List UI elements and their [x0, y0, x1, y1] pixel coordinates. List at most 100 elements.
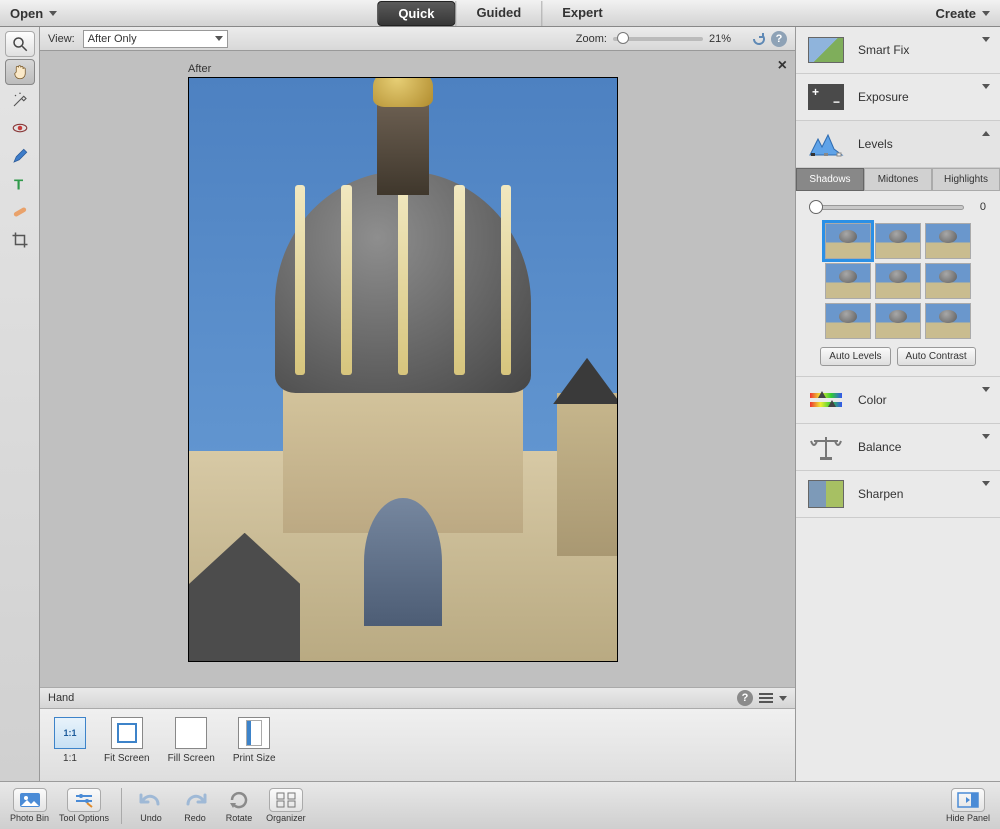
- slider-knob[interactable]: [809, 200, 823, 214]
- slider-knob[interactable]: [617, 32, 629, 44]
- redeye-tool[interactable]: [5, 115, 35, 141]
- open-menu[interactable]: Open: [10, 6, 57, 21]
- mode-tab-guided[interactable]: Guided: [455, 1, 541, 26]
- mode-tab-expert[interactable]: Expert: [541, 1, 622, 26]
- levels-preset-2[interactable]: [875, 223, 921, 259]
- document-image[interactable]: [188, 77, 618, 662]
- rotate-icon: [222, 788, 256, 812]
- quick-select-tool[interactable]: [5, 87, 35, 113]
- tb-label: Organizer: [266, 813, 306, 823]
- tool-options-button[interactable]: Tool Options: [55, 786, 113, 825]
- subtab-midtones[interactable]: Midtones: [864, 168, 932, 191]
- levels-preset-6[interactable]: [925, 263, 971, 299]
- panel-label: Balance: [858, 440, 901, 454]
- canvas-area: × After: [40, 51, 795, 687]
- panel-balance[interactable]: Balance: [796, 424, 1000, 471]
- panel-label: Exposure: [858, 90, 909, 104]
- subtab-highlights[interactable]: Highlights: [932, 168, 1000, 191]
- tb-label: Tool Options: [59, 813, 109, 823]
- fill-screen-icon: [179, 721, 203, 745]
- open-label: Open: [10, 6, 43, 21]
- option-fit-screen[interactable]: Fit Screen: [104, 717, 150, 764]
- levels-preset-5[interactable]: [875, 263, 921, 299]
- view-dropdown[interactable]: After Only: [83, 30, 228, 48]
- print-size-icon: [247, 721, 261, 745]
- option-1to1[interactable]: 1:1 1:1: [54, 717, 86, 764]
- tb-label: Undo: [140, 813, 162, 823]
- hide-panel-icon: [951, 788, 985, 812]
- mode-tab-quick[interactable]: Quick: [377, 1, 455, 26]
- levels-preset-7[interactable]: [825, 303, 871, 339]
- levels-slider[interactable]: 0: [796, 191, 1000, 223]
- chevron-down-icon: [215, 36, 223, 41]
- chevron-down-icon: [982, 37, 990, 42]
- rotate-button[interactable]: Rotate: [218, 786, 260, 825]
- levels-preset-8[interactable]: [875, 303, 921, 339]
- panel-sharpen[interactable]: Sharpen: [796, 471, 1000, 518]
- panel-menu-icon[interactable]: [759, 693, 773, 703]
- fit-screen-icon: [117, 723, 137, 743]
- zoom-tool[interactable]: [5, 31, 35, 57]
- redo-icon: [178, 788, 212, 812]
- tool-options-panel: 1:1 1:1 Fit Screen Fill Screen Print Siz…: [40, 709, 795, 781]
- redo-button[interactable]: Redo: [174, 786, 216, 825]
- tb-label: Redo: [184, 813, 206, 823]
- opt-label: Print Size: [233, 753, 276, 764]
- text-tool[interactable]: T: [5, 171, 35, 197]
- levels-preset-1[interactable]: [825, 223, 871, 259]
- zoom-slider[interactable]: [613, 37, 703, 41]
- panel-smart-fix[interactable]: Smart Fix: [796, 27, 1000, 74]
- photo-bin-button[interactable]: Photo Bin: [6, 786, 53, 825]
- chevron-down-icon: [982, 434, 990, 439]
- hand-tool[interactable]: [5, 59, 35, 85]
- levels-preset-3[interactable]: [925, 223, 971, 259]
- levels-preset-9[interactable]: [925, 303, 971, 339]
- levels-preset-4[interactable]: [825, 263, 871, 299]
- zoom-value: 21%: [709, 33, 731, 45]
- crop-tool[interactable]: [5, 227, 35, 253]
- close-document-button[interactable]: ×: [778, 57, 787, 75]
- eye-icon: [11, 119, 29, 137]
- chevron-down-icon[interactable]: [779, 696, 787, 701]
- photo-bin-icon: [13, 788, 47, 812]
- help-icon[interactable]: ?: [737, 690, 753, 706]
- levels-slider-value: 0: [972, 201, 986, 213]
- create-menu[interactable]: Create: [936, 6, 990, 21]
- reset-icon[interactable]: [751, 31, 767, 47]
- top-menubar: Open Quick Guided Expert Create: [0, 0, 1000, 27]
- hide-panel-button[interactable]: Hide Panel: [942, 786, 994, 825]
- undo-icon: [134, 788, 168, 812]
- help-icon[interactable]: ?: [771, 31, 787, 47]
- panel-exposure[interactable]: Exposure: [796, 74, 1000, 121]
- undo-button[interactable]: Undo: [130, 786, 172, 825]
- panel-levels[interactable]: Levels: [796, 121, 1000, 168]
- auto-levels-button[interactable]: Auto Levels: [820, 347, 890, 366]
- panel-color[interactable]: Color: [796, 377, 1000, 424]
- tools-panel: T: [0, 27, 40, 781]
- organizer-button[interactable]: Organizer: [262, 786, 310, 825]
- spot-heal-tool[interactable]: [5, 199, 35, 225]
- crop-icon: [11, 231, 29, 249]
- one-to-one-icon: 1:1: [63, 728, 76, 738]
- opt-label: Fit Screen: [104, 753, 150, 764]
- option-fill-screen[interactable]: Fill Screen: [168, 717, 215, 764]
- sharpen-icon: [806, 479, 846, 509]
- option-print-size[interactable]: Print Size: [233, 717, 276, 764]
- subtab-shadows[interactable]: Shadows: [796, 168, 864, 191]
- center-column: View: After Only Zoom: 21% ? ×: [40, 27, 795, 781]
- auto-contrast-button[interactable]: Auto Contrast: [897, 347, 976, 366]
- chevron-up-icon: [982, 131, 990, 136]
- after-label: After: [188, 63, 666, 75]
- color-icon: [806, 385, 846, 415]
- view-label: View:: [48, 33, 75, 45]
- create-label: Create: [936, 6, 976, 21]
- chevron-down-icon: [982, 387, 990, 392]
- whiten-tool[interactable]: [5, 143, 35, 169]
- panel-label: Levels: [858, 137, 893, 151]
- panel-label: Smart Fix: [858, 43, 909, 57]
- separator: [121, 788, 122, 824]
- chevron-down-icon: [982, 481, 990, 486]
- brush-icon: [11, 147, 29, 165]
- tool-options-title: Hand: [48, 692, 74, 704]
- tb-label: Photo Bin: [10, 813, 49, 823]
